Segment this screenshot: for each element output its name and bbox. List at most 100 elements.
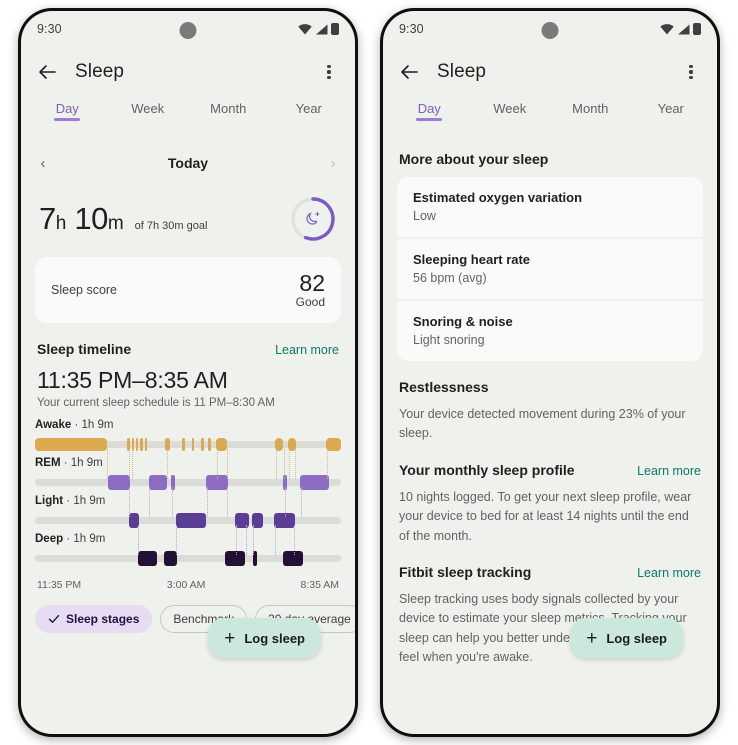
stage-connector	[128, 449, 130, 480]
signal-icon	[678, 24, 690, 34]
chevron-left-icon[interactable]: ‹	[35, 155, 51, 172]
row-sleeping-heart-rate[interactable]: Sleeping heart rate 56 bpm (avg)	[397, 239, 703, 301]
stage-row-deep: Deep · 1h 9m	[35, 533, 341, 571]
log-sleep-fab-left[interactable]: + Log sleep	[208, 618, 321, 658]
row-oxygen-variation[interactable]: Estimated oxygen variation Low	[397, 177, 703, 239]
screenshot-root: 9:30 Sleep Day Week Month Year ‹ Today ›…	[0, 0, 738, 745]
sleep-score-card[interactable]: Sleep score 82 Good	[35, 257, 341, 324]
stage-connector	[138, 525, 140, 556]
camera-punch-hole-right	[541, 22, 559, 39]
tab-week[interactable]: Week	[470, 97, 551, 116]
battery-icon	[331, 23, 339, 35]
timeline-axis: 11:35 PM 3:00 AM 8:35 AM	[37, 579, 339, 595]
segment-rem	[107, 475, 130, 491]
check-icon	[48, 615, 60, 624]
segment-awake	[325, 438, 341, 452]
sleep-timeline-title: Sleep timeline	[37, 341, 132, 358]
sleep-duration-row: 7 h 10 m of 7h 30m goal	[21, 181, 355, 253]
row-value: Low	[413, 209, 436, 223]
sleep-score-qualifier: Good	[295, 295, 325, 310]
stage-track	[35, 475, 341, 491]
period-tabs-right: Day Week Month Year	[383, 97, 717, 137]
stage-connector	[293, 525, 295, 556]
sleep-range: 11:35 PM–8:35 AM	[37, 367, 228, 394]
status-icons	[298, 23, 339, 35]
segment-rem	[148, 475, 167, 491]
app-bar: Sleep	[21, 47, 355, 97]
tab-month[interactable]: Month	[550, 97, 631, 116]
stage-connector	[206, 487, 208, 518]
back-arrow-icon[interactable]	[397, 60, 421, 84]
battery-icon	[693, 23, 701, 35]
learn-more-profile-link[interactable]: Learn more	[637, 464, 701, 478]
more-options-icon[interactable]	[679, 60, 703, 84]
stage-connector	[245, 525, 247, 556]
duration-goal-label: of 7h 30m goal	[134, 220, 208, 232]
row-title: Estimated oxygen variation	[413, 190, 583, 205]
status-clock: 9:30	[37, 22, 62, 36]
app-bar-right: Sleep	[383, 47, 717, 97]
stage-track	[35, 438, 341, 452]
phone-right: 9:30 Sleep Day Week Month Year More abou…	[380, 8, 720, 737]
stage-connector	[274, 525, 276, 556]
block-body: Your device detected movement during 23%…	[399, 407, 686, 441]
more-metrics-group: Estimated oxygen variation Low Sleeping …	[397, 177, 703, 361]
stage-track	[35, 551, 341, 567]
tab-day[interactable]: Day	[27, 97, 108, 116]
duration-minutes-unit: m	[107, 213, 124, 234]
current-date-label: Today	[167, 155, 209, 171]
more-options-icon[interactable]	[317, 60, 341, 84]
block-body: 10 nights logged. To get your next sleep…	[399, 489, 692, 543]
tab-month[interactable]: Month	[188, 97, 269, 116]
row-value: 56 bpm (avg)	[413, 271, 487, 285]
tab-day[interactable]: Day	[389, 97, 470, 116]
tab-year[interactable]: Year	[269, 97, 350, 116]
page-title: Sleep	[75, 61, 125, 82]
period-tabs: Day Week Month Year	[21, 97, 355, 137]
stage-connector	[284, 487, 286, 518]
sleep-schedule-note: Your current sleep schedule is 11 PM–8:3…	[37, 397, 275, 410]
stage-label-awake: Awake · 1h 9m	[35, 419, 114, 432]
sleep-score-value-group: 82 Good	[296, 271, 325, 309]
segment-awake	[182, 438, 185, 452]
block-title: Fitbit sleep tracking	[399, 563, 532, 580]
stage-connector	[172, 487, 174, 518]
sleep-goal-ring	[289, 195, 337, 243]
row-title: Sleeping heart rate	[413, 252, 531, 267]
learn-more-tracking-link[interactable]: Learn more	[637, 566, 701, 580]
row-snoring-noise[interactable]: Snoring & noise Light snoring	[397, 301, 703, 361]
stage-connector	[276, 449, 278, 480]
stage-track	[35, 513, 341, 529]
sleep-timeline-header: Sleep timeline Learn more	[21, 323, 355, 357]
segment-awake	[201, 438, 204, 452]
back-arrow-icon[interactable]	[35, 60, 59, 84]
stage-connector	[288, 449, 290, 480]
segment-light	[175, 513, 207, 529]
segment-awake	[144, 438, 147, 452]
duration-minutes: 10	[74, 201, 108, 236]
learn-more-timeline-link[interactable]: Learn more	[275, 343, 339, 357]
stage-connector	[216, 449, 218, 480]
duration-hours-unit: h	[55, 213, 67, 234]
segment-awake	[135, 438, 139, 452]
stage-connector	[300, 487, 302, 518]
tab-year[interactable]: Year	[631, 97, 712, 116]
camera-punch-hole	[179, 22, 197, 39]
stage-connector	[326, 449, 328, 480]
signal-icon	[316, 24, 328, 34]
sleep-score-label: Sleep score	[51, 283, 118, 298]
axis-tick-middle: 3:00 AM	[166, 579, 206, 592]
log-sleep-fab-right[interactable]: + Log sleep	[570, 618, 683, 658]
tab-week[interactable]: Week	[108, 97, 189, 116]
chip-sleep-stages[interactable]: Sleep stages	[35, 605, 153, 634]
hypnogram-chart[interactable]: Awake · 1h 9m REM · 1h 9m Light · 1h 9m Dee…	[35, 419, 341, 571]
status-bar: 9:30	[21, 11, 355, 47]
stage-connector	[227, 487, 229, 518]
status-bar-right: 9:30	[383, 11, 717, 47]
moon-star-icon	[306, 212, 320, 225]
segment-awake	[35, 438, 107, 452]
stage-connector	[176, 525, 178, 556]
chevron-right-icon[interactable]: ›	[325, 155, 341, 172]
block-title: Restlessness	[399, 379, 489, 395]
stage-connector	[295, 449, 297, 480]
